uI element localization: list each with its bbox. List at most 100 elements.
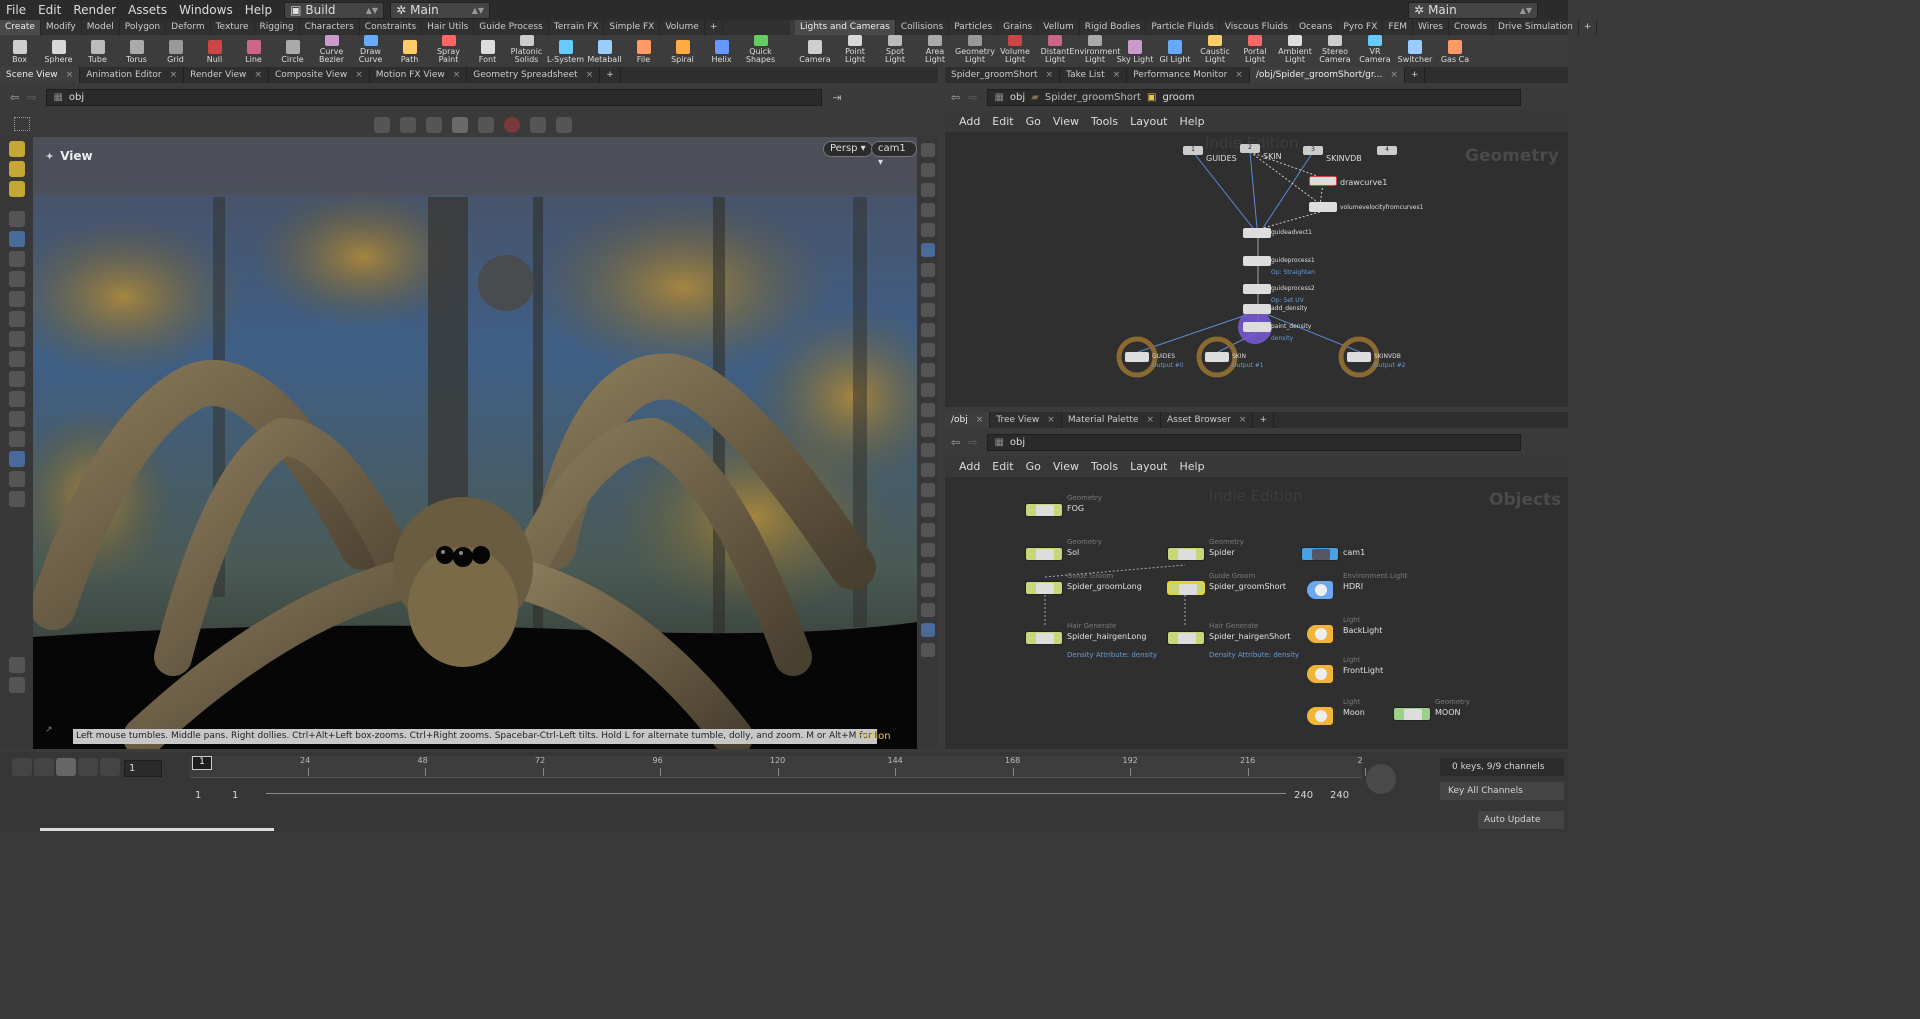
pin-tool-icon[interactable]: [8, 181, 25, 197]
node-hdri[interactable]: [1301, 581, 1335, 599]
context-dropdown[interactable]: ✲ Main ▲▼: [390, 1, 491, 19]
net-bottom-canvas[interactable]: Indie Edition Objects Geometry FOG Geometr…: [945, 477, 1568, 749]
shelf-tab-drive-simulation[interactable]: Drive Simulation: [1493, 20, 1579, 35]
close-icon[interactable]: ×: [453, 67, 461, 83]
node-spider[interactable]: [1167, 547, 1205, 561]
shelf-tab-texture[interactable]: Texture: [211, 20, 255, 35]
pane-tab-spider-groomshort[interactable]: Spider_groomShort ×: [945, 67, 1061, 83]
tool-gi-light[interactable]: GI Light: [1155, 35, 1195, 66]
shelf-tab-pyro-fx[interactable]: Pyro FX: [1338, 20, 1384, 35]
tool-l-system[interactable]: L-System: [546, 35, 585, 66]
tool-line[interactable]: Line: [234, 35, 273, 66]
playback-start[interactable]: 1: [232, 790, 238, 801]
pose-tool-icon[interactable]: [8, 161, 25, 177]
display-option-icon[interactable]: [920, 363, 935, 377]
shelf-tab-lights-and-cameras[interactable]: Lights and Cameras: [795, 20, 896, 35]
key-mode-dropdown[interactable]: Key All Channels: [1440, 782, 1564, 800]
close-icon[interactable]: ×: [355, 67, 363, 83]
net-menu-help[interactable]: Help: [1174, 460, 1211, 473]
display-option-icon[interactable]: [920, 563, 935, 577]
display-icon[interactable]: [478, 117, 494, 133]
node-sol[interactable]: [1025, 547, 1063, 561]
tool-circle[interactable]: Circle: [273, 35, 312, 66]
tool-portal-light[interactable]: Portal Light: [1235, 35, 1275, 66]
tool-camera[interactable]: Camera: [795, 35, 835, 66]
node-spider-groomshort[interactable]: [1167, 581, 1205, 595]
pane-tab-tree-view[interactable]: Tree View ×: [990, 412, 1062, 428]
input-node-3[interactable]: 3: [1303, 146, 1323, 155]
shelf-tab-wires[interactable]: Wires: [1413, 20, 1449, 35]
menu-assets[interactable]: Assets: [122, 0, 173, 20]
snapshot-icon[interactable]: [8, 657, 25, 673]
display-option-icon[interactable]: [920, 283, 935, 297]
camera-dropdown[interactable]: cam1 ▾: [871, 141, 917, 168]
tool-stereo-camera[interactable]: Stereo Camera: [1315, 35, 1355, 66]
display-option-icon[interactable]: [920, 383, 935, 397]
display-option-icon[interactable]: [920, 463, 935, 477]
forward-arrow-icon[interactable]: ⇨: [968, 436, 977, 449]
magnet-icon[interactable]: [8, 391, 25, 407]
playback-end[interactable]: 240: [1294, 790, 1313, 801]
display-option-icon[interactable]: [920, 503, 935, 517]
close-icon[interactable]: ×: [254, 67, 262, 83]
node-fog[interactable]: [1025, 503, 1063, 517]
pin-icon[interactable]: ⇥: [832, 91, 841, 104]
bone-icon[interactable]: [8, 371, 25, 387]
add-tab-icon[interactable]: +: [705, 20, 724, 35]
shelf-tab-particle-fluids[interactable]: Particle Fluids: [1146, 20, 1220, 35]
desktop-dropdown[interactable]: ▣ Build ▲▼: [284, 1, 385, 19]
tool-curve-bezier[interactable]: Curve Bezier: [312, 35, 351, 66]
display-option-icon[interactable]: [920, 623, 935, 637]
scale-icon[interactable]: [8, 291, 25, 307]
pane-tab-take-list[interactable]: Take List ×: [1060, 67, 1128, 83]
net-menu-tools[interactable]: Tools: [1085, 115, 1124, 128]
tool-switcher[interactable]: Switcher: [1395, 35, 1435, 66]
tool-font[interactable]: Font: [468, 35, 507, 66]
tool-helix[interactable]: Helix: [702, 35, 741, 66]
net-menu-layout[interactable]: Layout: [1124, 460, 1173, 473]
tool-null[interactable]: Null: [195, 35, 234, 66]
lock-icon[interactable]: [8, 231, 25, 247]
tool-torus[interactable]: Torus: [117, 35, 156, 66]
shelf-tab-hair-utils[interactable]: Hair Utils: [422, 20, 475, 35]
net-menu-add[interactable]: Add: [953, 115, 986, 128]
lightbulb-icon[interactable]: [8, 491, 25, 507]
start-frame[interactable]: 1: [195, 790, 201, 801]
back-arrow-icon[interactable]: ⇦: [951, 91, 960, 104]
net-top-path-field[interactable]: ▦ obj ▰ Spider_groomShort ▣ groom: [987, 88, 1522, 106]
shelf-tab-collisions[interactable]: Collisions: [896, 20, 950, 35]
tool-spiral[interactable]: Spiral: [663, 35, 702, 66]
snap-prim-icon[interactable]: [400, 117, 416, 133]
stop-icon[interactable]: [56, 758, 76, 776]
shelf-tab-fem[interactable]: FEM: [1383, 20, 1414, 35]
camera-icon[interactable]: [8, 677, 25, 693]
magnet2-icon[interactable]: [8, 411, 25, 427]
node-spider-hairgenshort[interactable]: [1167, 631, 1205, 645]
timeline-ruler[interactable]: 1 24 48 72 96 120 144 168 192 216 2: [190, 756, 1366, 778]
tool-path[interactable]: Path: [390, 35, 429, 66]
node-drawcurve[interactable]: [1309, 176, 1337, 186]
back-arrow-icon[interactable]: ⇦: [951, 436, 960, 449]
node-guideadvect[interactable]: [1243, 228, 1271, 238]
shelf-tab-polygon[interactable]: Polygon: [120, 20, 167, 35]
close-icon[interactable]: ×: [170, 67, 178, 83]
close-icon[interactable]: ×: [976, 412, 984, 428]
display-option-icon[interactable]: [920, 143, 935, 157]
display-option-icon[interactable]: [920, 643, 935, 657]
tool-platonic-solids[interactable]: Platonic Solids: [507, 35, 546, 66]
shelf-tab-crowds[interactable]: Crowds: [1449, 20, 1494, 35]
menu-help[interactable]: Help: [239, 0, 278, 20]
current-frame-field[interactable]: 1: [124, 760, 162, 777]
close-icon[interactable]: ×: [1235, 67, 1243, 83]
tool-file[interactable]: File: [624, 35, 663, 66]
net-menu-view[interactable]: View: [1047, 460, 1085, 473]
view-tool-icon[interactable]: [8, 451, 25, 467]
node-add-density[interactable]: [1243, 304, 1271, 314]
input-node-2[interactable]: 2: [1240, 144, 1260, 153]
pane-tab-scene-view[interactable]: Scene View ×: [0, 67, 81, 83]
add-tab-icon[interactable]: +: [600, 67, 621, 83]
handle-tool-icon[interactable]: [8, 141, 25, 157]
pane-tab-asset-browser[interactable]: Asset Browser ×: [1161, 412, 1254, 428]
shelf-tab-vellum[interactable]: Vellum: [1038, 20, 1080, 35]
display-option-icon[interactable]: [920, 603, 935, 617]
